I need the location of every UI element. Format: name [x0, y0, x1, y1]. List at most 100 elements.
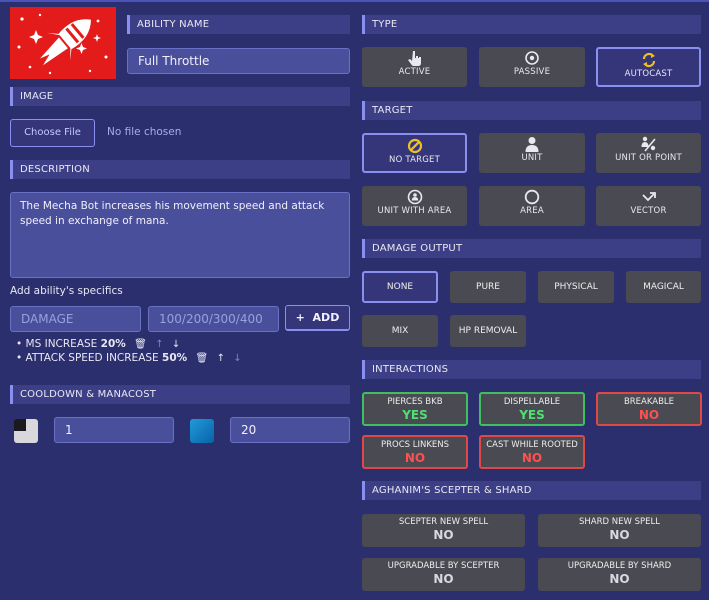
specific-item-value: 20% — [100, 338, 126, 350]
damage-physical-button[interactable]: PHYSICAL — [538, 271, 614, 303]
vector-icon — [641, 192, 656, 202]
upgradable-by-scepter[interactable]: UPGRADABLE BY SCEPTER NO — [362, 558, 525, 591]
aghanim-label: SCEPTER NEW SPELL — [398, 517, 489, 527]
specific-item: • MS INCREASE 20% 🗑 ↑ ↓ — [16, 338, 180, 350]
interaction-label: PROCS LINKENS — [380, 440, 450, 450]
specific-item-label: ATTACK SPEED INCREASE — [25, 352, 159, 364]
interaction-value: NO — [638, 408, 660, 422]
interaction-dispellable[interactable]: DISPELLABLE YES — [479, 392, 585, 426]
arrow-down-icon[interactable]: ↓ — [233, 353, 241, 364]
ability-image — [10, 7, 116, 79]
interaction-value: NO — [521, 451, 543, 465]
hand-pointer-icon — [407, 51, 421, 66]
aghanim-value: NO — [433, 572, 454, 586]
target-header: TARGET — [362, 101, 701, 120]
description-header: DESCRIPTION — [10, 160, 350, 179]
rocket-icon — [10, 7, 116, 79]
interaction-pierces-bkb[interactable]: PIERCES BKB YES — [362, 392, 468, 426]
trash-icon[interactable]: 🗑 — [134, 339, 147, 350]
aghanim-label: UPGRADABLE BY SCEPTER — [387, 561, 500, 571]
aghanim-value: NO — [433, 528, 454, 542]
damage-hp-removal-button[interactable]: HP REMOVAL — [450, 315, 526, 347]
target-label: AREA — [520, 206, 544, 216]
cooldown-input[interactable]: 1 — [54, 417, 174, 443]
manacost-icon — [190, 419, 214, 443]
aghanim-value: NO — [609, 528, 630, 542]
type-label: ACTIVE — [398, 67, 431, 77]
specific-item-value: 50% — [162, 352, 188, 364]
target-no-target-button[interactable]: NO TARGET — [362, 133, 467, 173]
interaction-value: NO — [404, 451, 426, 465]
arrow-up-icon[interactable]: ↑ — [155, 339, 163, 350]
description-textarea[interactable]: The Mecha Bot increases his movement spe… — [10, 192, 350, 278]
interaction-label: CAST WHILE ROOTED — [486, 440, 578, 450]
no-target-icon — [407, 138, 422, 154]
damage-magical-button[interactable]: MAGICAL — [626, 271, 701, 303]
aghanim-label: SHARD NEW SPELL — [579, 517, 660, 527]
aghanim-value: NO — [609, 572, 630, 586]
target-unit-button[interactable]: UNIT — [479, 133, 585, 173]
target-label: NO TARGET — [389, 155, 440, 165]
aghanim-label: UPGRADABLE BY SHARD — [567, 561, 672, 571]
damage-mix-button[interactable]: MIX — [362, 315, 438, 347]
trash-icon[interactable]: 🗑 — [196, 353, 209, 364]
target-label: UNIT WITH AREA — [377, 206, 452, 216]
cooldown-header: COOLDOWN & MANACOST — [10, 385, 350, 404]
specific-item: • ATTACK SPEED INCREASE 50% 🗑 ↑ ↓ — [16, 352, 242, 364]
target-vector-button[interactable]: VECTOR — [596, 186, 701, 226]
type-header: TYPE — [362, 15, 701, 34]
manacost-input[interactable]: 20 — [230, 417, 350, 443]
image-header: IMAGE — [10, 87, 350, 106]
description-text: The Mecha Bot increases his movement spe… — [20, 200, 325, 227]
type-label: AUTOCAST — [624, 69, 673, 79]
type-label: PASSIVE — [513, 67, 551, 77]
choose-file-label: Choose File — [24, 127, 81, 138]
target-label: VECTOR — [630, 206, 667, 216]
interactions-header: INTERACTIONS — [362, 360, 701, 379]
file-status: No file chosen — [107, 126, 182, 138]
unit-or-point-icon — [641, 136, 656, 152]
unit-with-area-icon — [407, 189, 422, 205]
target-unit-or-point-button[interactable]: UNIT OR POINT — [596, 133, 701, 173]
target-label: UNIT OR POINT — [615, 153, 682, 163]
choose-file-button[interactable]: Choose File — [10, 119, 95, 147]
type-passive-button[interactable]: PASSIVE — [479, 47, 585, 87]
target-area-button[interactable]: AREA — [479, 186, 585, 226]
arrow-up-icon[interactable]: ↑ — [217, 353, 225, 364]
arrow-down-icon[interactable]: ↓ — [172, 339, 180, 350]
damage-pure-button[interactable]: PURE — [450, 271, 526, 303]
add-specific-button[interactable]: + ADD — [285, 305, 350, 331]
circle-icon — [524, 189, 540, 205]
interaction-breakable[interactable]: BREAKABLE NO — [596, 392, 702, 426]
target-label: UNIT — [521, 153, 543, 163]
cooldown-icon — [14, 419, 38, 443]
shard-new-spell[interactable]: SHARD NEW SPELL NO — [538, 514, 701, 547]
interaction-label: DISPELLABLE — [503, 397, 561, 407]
ability-name-header: ABILITY NAME — [127, 15, 350, 34]
aghanim-header: AGHANIM'S SCEPTER & SHARD — [362, 481, 701, 500]
bullet: • — [16, 338, 23, 350]
upgradable-by-shard[interactable]: UPGRADABLE BY SHARD NO — [538, 558, 701, 591]
interaction-value: YES — [402, 408, 428, 422]
specific-item-label: MS INCREASE — [25, 338, 98, 350]
type-autocast-button[interactable]: AUTOCAST — [596, 47, 701, 87]
specifics-title: Add ability's specifics — [10, 285, 123, 297]
interaction-cast-while-rooted[interactable]: CAST WHILE ROOTED NO — [479, 435, 585, 469]
interaction-label: PIERCES BKB — [387, 397, 443, 407]
user-icon — [525, 137, 539, 152]
target-icon — [525, 51, 539, 65]
add-label: + ADD — [295, 311, 340, 324]
scepter-new-spell[interactable]: SCEPTER NEW SPELL NO — [362, 514, 525, 547]
target-unit-with-area-button[interactable]: UNIT WITH AREA — [362, 186, 467, 226]
specific-value-input[interactable]: 100/200/300/400 — [148, 306, 279, 332]
bullet: • — [16, 352, 23, 364]
damage-none-button[interactable]: NONE — [362, 271, 438, 303]
ability-name-input[interactable]: Full Throttle — [127, 48, 350, 74]
interaction-value: YES — [519, 408, 545, 422]
interaction-procs-linkens[interactable]: PROCS LINKENS NO — [362, 435, 468, 469]
refresh-icon — [642, 52, 655, 68]
specific-label-input[interactable]: DAMAGE — [10, 306, 141, 332]
damage-header: DAMAGE OUTPUT — [362, 239, 701, 258]
interaction-label: BREAKABLE — [623, 397, 675, 407]
type-active-button[interactable]: ACTIVE — [362, 47, 467, 87]
